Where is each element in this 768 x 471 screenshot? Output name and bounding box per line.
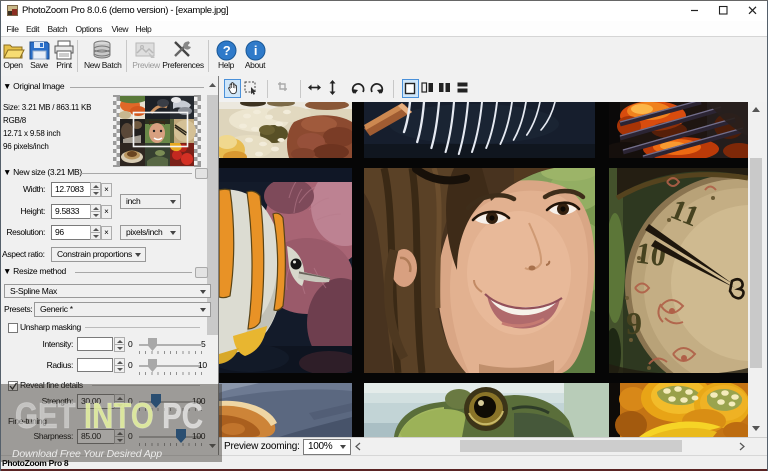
svg-text:i: i bbox=[253, 43, 256, 58]
svg-text:10: 10 bbox=[634, 236, 668, 273]
svg-text:?: ? bbox=[222, 43, 230, 58]
svg-text:9: 9 bbox=[626, 305, 642, 341]
